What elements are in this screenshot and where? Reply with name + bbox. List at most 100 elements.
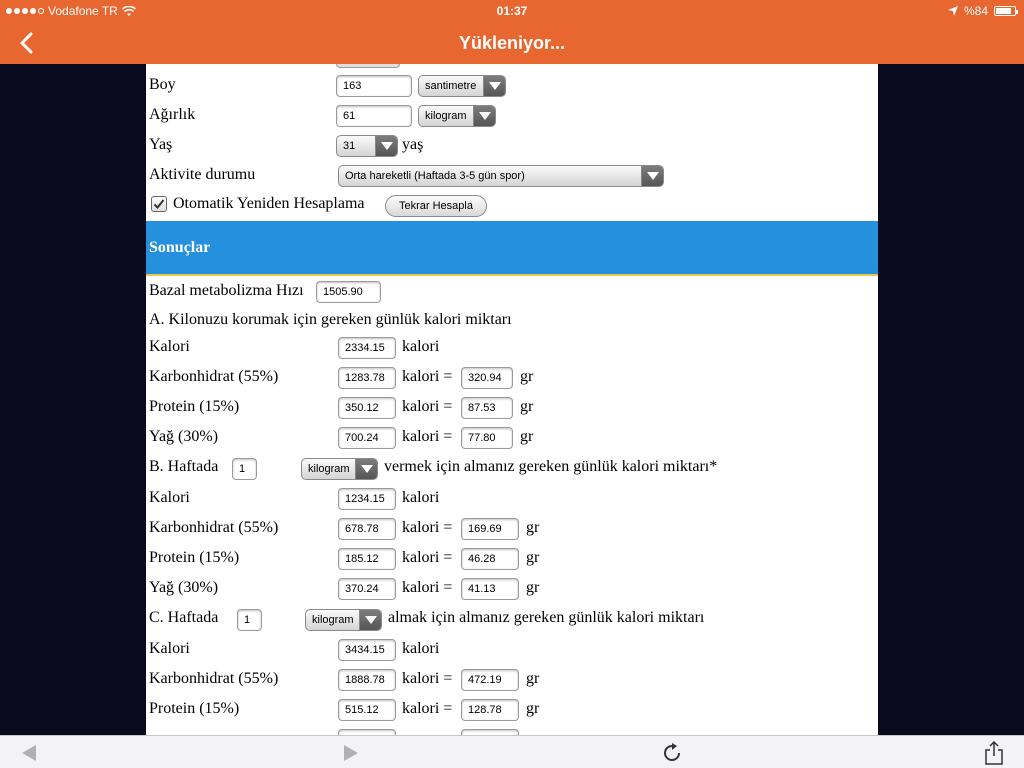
section-b-carb-gr[interactable]: 169.69 (461, 518, 519, 540)
section-a-calories[interactable]: 2334.15 (338, 337, 396, 359)
weight-label: Ağırlık (149, 106, 196, 123)
age-value: 31 (343, 140, 356, 152)
activity-select[interactable]: Orta hareketli (Haftada 3-5 gün spor) (338, 165, 664, 187)
age-suffix: yaş (402, 136, 424, 153)
section-b-prefix: B. Haftada (149, 458, 219, 475)
section-c-prefix: C. Haftada (149, 609, 219, 626)
calorie-label: Kalori (149, 640, 190, 657)
section-c-unit-value: kilogram (312, 614, 354, 626)
section-c-unit-select[interactable]: kilogram (305, 609, 382, 631)
dropdown-arrow-icon (483, 76, 505, 96)
kalori-equals: kalori = (402, 579, 453, 596)
share-button[interactable] (982, 740, 1006, 765)
dropdown-arrow-icon (473, 106, 495, 126)
kalori-equals: kalori = (402, 368, 453, 385)
gram-unit: gr (526, 519, 540, 536)
kalori-equals: kalori = (402, 428, 453, 445)
bmr-output[interactable]: 1505.90 (316, 281, 381, 303)
weight-unit-select[interactable]: kilogram (418, 105, 496, 127)
age-select[interactable]: 31 (336, 135, 398, 157)
nav-bar: Yükleniyor... (0, 22, 1024, 64)
gram-unit: gr (520, 428, 534, 445)
reload-icon (664, 743, 680, 761)
section-b-suffix: vermek için almanız gereken günlük kalor… (384, 458, 718, 475)
kalori-equals: kalori = (402, 670, 453, 687)
dropdown-arrow-icon (641, 166, 663, 186)
section-c-carb-kcal[interactable]: 1888.78 (338, 669, 396, 691)
section-b-protein-gr[interactable]: 46.28 (461, 548, 519, 570)
results-title: Sonuçlar (149, 239, 211, 256)
gram-unit: gr (526, 579, 540, 596)
kalori-equals: kalori = (402, 549, 453, 566)
kalori-equals: kalori = (402, 398, 453, 415)
section-c-amount[interactable]: 1 (237, 609, 262, 631)
kalori-equals: kalori = (402, 700, 453, 717)
recalculate-button[interactable]: Tekrar Hesapla (385, 195, 487, 217)
section-c-protein-gr[interactable]: 128.78 (461, 699, 519, 721)
fat-label: Yağ (30%) (149, 579, 219, 596)
section-b-calories[interactable]: 1234.15 (338, 488, 396, 510)
weight-input[interactable]: 61 (336, 105, 412, 127)
height-label: Boy (149, 76, 176, 93)
gram-unit: gr (520, 368, 534, 385)
gram-unit: gr (526, 670, 540, 687)
status-bar: Vodafone TR 01:37 %84 (0, 0, 1024, 22)
status-right: %84 (947, 4, 1018, 18)
triangle-right-icon (344, 745, 358, 761)
section-b-protein-kcal[interactable]: 185.12 (338, 548, 396, 570)
carb-label: Karbonhidrat (55%) (149, 670, 279, 687)
auto-recalc-label: Otomatik Yeniden Hesaplama (173, 195, 365, 212)
height-unit-select[interactable]: santimetre (418, 75, 506, 97)
dropdown-arrow-icon (355, 459, 377, 479)
section-c-suffix: almak için almanız gereken günlük kalori… (388, 609, 705, 626)
calculator-content: Boy 163 santimetre Ağırlık 61 kilogram Y… (146, 64, 878, 735)
triangle-left-icon (22, 745, 36, 761)
kalori-unit: kalori (402, 640, 440, 657)
protein-label: Protein (15%) (149, 700, 240, 717)
section-a-title: A. Kilonuzu korumak için gereken günlük … (149, 311, 512, 328)
height-input[interactable]: 163 (336, 75, 412, 97)
section-b-unit-value: kilogram (308, 463, 350, 475)
calorie-label: Kalori (149, 489, 190, 506)
dropdown-arrow-icon (359, 610, 381, 630)
section-b-fat-gr[interactable]: 41.13 (461, 578, 519, 600)
section-a-fat-kcal[interactable]: 700.24 (338, 427, 396, 449)
section-b-unit-select[interactable]: kilogram (301, 458, 378, 480)
section-a-carb-kcal[interactable]: 1283.78 (338, 367, 396, 389)
auto-recalc-checkbox[interactable] (151, 196, 167, 212)
partial-select[interactable] (336, 64, 400, 68)
dropdown-arrow-icon (375, 136, 397, 156)
weight-unit-value: kilogram (425, 110, 467, 122)
bmr-label: Bazal metabolizma Hızı (149, 282, 304, 299)
section-a-protein-gr[interactable]: 87.53 (461, 397, 513, 419)
section-a-fat-gr[interactable]: 77.80 (461, 427, 513, 449)
age-label: Yaş (149, 136, 173, 153)
section-a-protein-kcal[interactable]: 350.12 (338, 397, 396, 419)
results-header: Sonuçlar (146, 221, 878, 276)
checkmark-icon (153, 199, 165, 209)
activity-label: Aktivite durumu (149, 166, 256, 183)
browser-toolbar (0, 735, 1024, 768)
gram-unit: gr (526, 700, 540, 717)
section-c-calories[interactable]: 3434.15 (338, 639, 396, 661)
gram-unit: gr (520, 398, 534, 415)
share-icon (985, 740, 1003, 765)
back-nav-button[interactable] (18, 741, 42, 765)
section-b-fat-kcal[interactable]: 370.24 (338, 578, 396, 600)
forward-nav-button[interactable] (338, 741, 362, 765)
section-b-carb-kcal[interactable]: 678.78 (338, 518, 396, 540)
carb-label: Karbonhidrat (55%) (149, 519, 279, 536)
protein-label: Protein (15%) (149, 398, 240, 415)
height-unit-value: santimetre (425, 80, 477, 92)
section-b-amount[interactable]: 1 (232, 458, 257, 480)
section-c-carb-gr[interactable]: 472.19 (461, 669, 519, 691)
fat-label: Yağ (30%) (149, 428, 219, 445)
kalori-equals: kalori = (402, 519, 453, 536)
reload-button[interactable] (660, 741, 684, 765)
location-arrow-icon (947, 6, 958, 16)
battery-icon (994, 6, 1018, 16)
calorie-label: Kalori (149, 338, 190, 355)
section-a-carb-gr[interactable]: 320.94 (461, 367, 513, 389)
section-c-protein-kcal[interactable]: 515.12 (338, 699, 396, 721)
protein-label: Protein (15%) (149, 549, 240, 566)
